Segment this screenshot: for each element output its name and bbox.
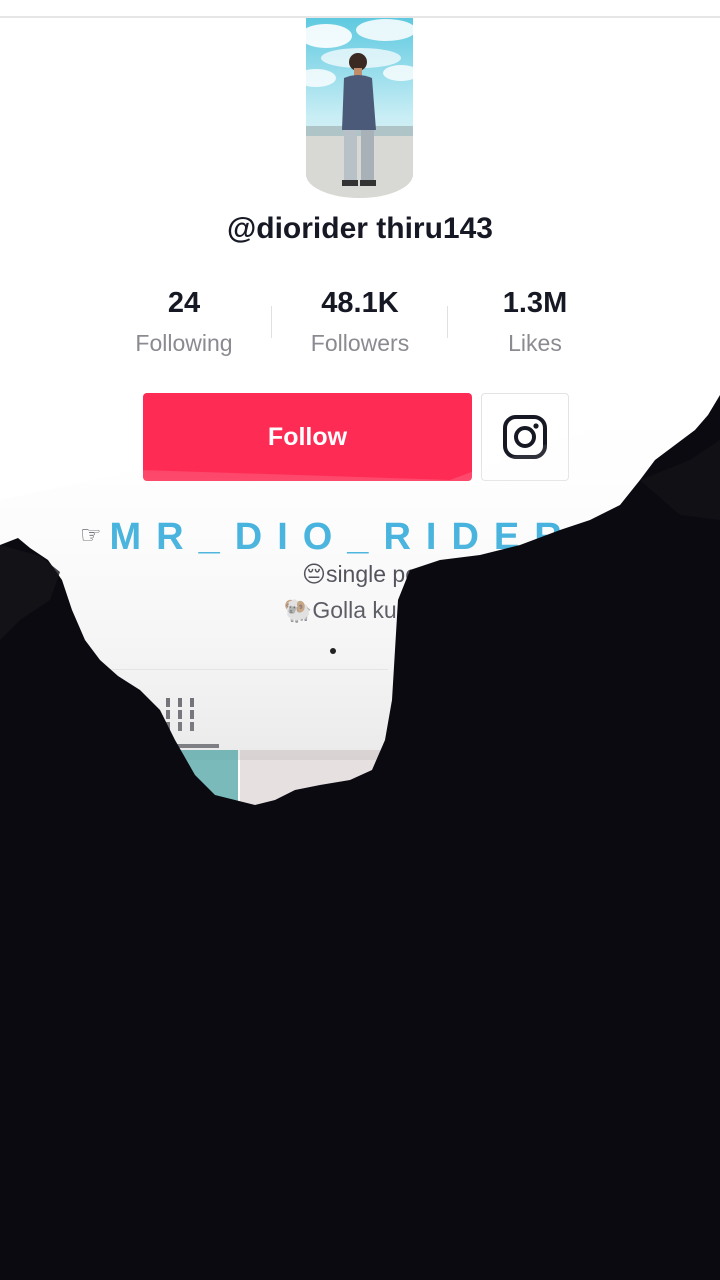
likes-count: 1.3M xyxy=(502,287,568,319)
pointing-hand-icon: ☞ xyxy=(80,522,102,549)
stat-likes[interactable]: 1.3M Likes xyxy=(445,284,625,360)
tab-divider xyxy=(108,669,388,670)
bio-line-1: ☞ MR_DIO_RIDER xyxy=(80,516,640,559)
followers-label: Followers xyxy=(310,330,410,356)
following-count: 24 xyxy=(167,287,201,319)
bio-title: MR_DIO_RIDER xyxy=(109,516,577,558)
follow-button[interactable]: Follow xyxy=(143,393,472,481)
profile-screen: @diorider thiru143 24 Following 48.1K Fo… xyxy=(0,0,720,1280)
tab-active-indicator xyxy=(142,744,219,748)
instagram-button[interactable] xyxy=(481,393,569,481)
stat-following[interactable]: 24 Following xyxy=(94,284,274,360)
following-label: Following xyxy=(135,330,233,356)
profile-photo xyxy=(306,18,413,198)
username: @diorider thiru143 xyxy=(227,212,493,245)
avatar[interactable] xyxy=(306,18,413,198)
stat-followers[interactable]: 48.1K Followers xyxy=(270,284,450,360)
followers-count: 48.1K xyxy=(321,287,399,319)
videos-grid-icon xyxy=(166,698,194,731)
tab-videos[interactable] xyxy=(140,680,220,748)
bio-line-2: 😔single pe xyxy=(301,561,419,587)
instagram-icon xyxy=(503,415,547,459)
bio-line-3: 🐏Golla kurma xyxy=(283,597,437,623)
likes-label: Likes xyxy=(508,330,562,356)
